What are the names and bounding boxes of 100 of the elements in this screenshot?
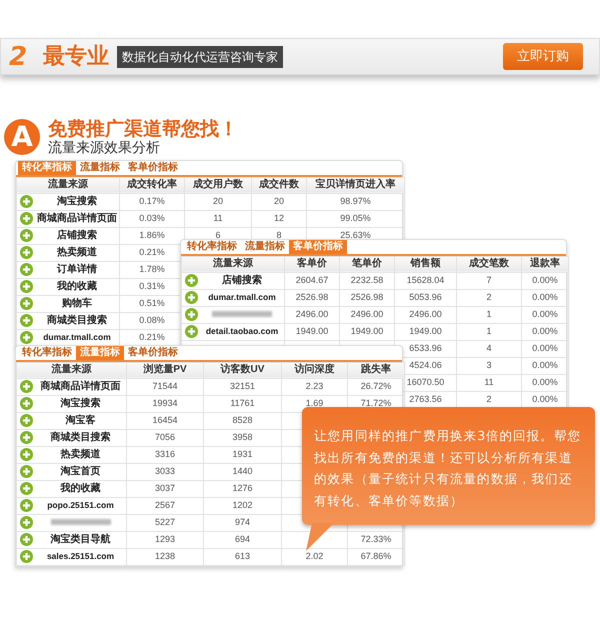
table-cell: 99.05% — [306, 210, 404, 228]
table-cell: 98.97% — [306, 193, 404, 210]
add-icon[interactable] — [185, 325, 198, 338]
section-subtitle: 流量来源效果分析 — [48, 140, 161, 157]
table-cell: 1276 — [204, 480, 282, 498]
add-icon[interactable] — [20, 448, 33, 462]
section-letter-badge: A — [4, 119, 40, 155]
add-icon[interactable] — [185, 274, 198, 288]
section-title: 免费推广渠道帮您找！ — [48, 119, 238, 140]
table-cell: 1293 — [126, 531, 204, 548]
table-cell: 20 — [184, 193, 252, 210]
add-icon[interactable] — [20, 482, 33, 496]
source-name: 热卖频道 — [60, 450, 102, 460]
column-header: 笔单价 — [340, 256, 394, 272]
table-cell: 11 — [184, 210, 252, 228]
add-icon[interactable] — [20, 380, 33, 394]
tab[interactable]: 客单价指标 — [289, 240, 347, 254]
table-cell: 1440 — [204, 463, 282, 480]
add-icon[interactable] — [20, 533, 33, 546]
table-cell: 15628.04 — [394, 272, 456, 290]
table-cell: 2 — [456, 289, 522, 306]
add-icon[interactable] — [20, 314, 33, 328]
table-cell: 16454 — [126, 412, 204, 430]
table-cell: 0.00% — [522, 340, 568, 358]
add-icon[interactable] — [20, 331, 33, 344]
table-cell: 0.00% — [522, 374, 568, 392]
column-header: 流量来源 — [16, 362, 126, 378]
column-header: 访客数UV — [204, 362, 282, 378]
column-header: 流量来源 — [182, 256, 284, 272]
source-name: 热卖频道 — [56, 248, 98, 258]
tab[interactable]: 流量指标 — [76, 160, 124, 175]
table-cell: 2.02 — [282, 548, 348, 566]
table-cell: 2496.00 — [394, 306, 456, 324]
tab[interactable]: 客单价指标 — [124, 160, 182, 175]
table-cell: 2.23 — [282, 378, 348, 396]
add-icon[interactable] — [20, 516, 33, 530]
add-icon[interactable] — [20, 229, 33, 242]
add-icon[interactable] — [185, 291, 198, 304]
column-header: 浏览量PV — [126, 362, 204, 378]
column-header: 访问深度 — [282, 362, 348, 378]
column-header: 客单价 — [284, 256, 340, 272]
table-cell: 613 — [204, 548, 282, 566]
add-icon[interactable] — [20, 414, 33, 428]
column-header: 销售额 — [394, 256, 456, 272]
banner-title: 最专业 — [43, 43, 110, 71]
table-cell: 0.00% — [522, 357, 568, 374]
table-cell: 2604.67 — [284, 272, 340, 290]
add-icon[interactable] — [20, 263, 33, 276]
add-icon[interactable] — [20, 431, 33, 444]
source-name: 我的收藏 — [56, 282, 98, 292]
blurred-text — [50, 519, 110, 526]
table-cell: 5053.96 — [394, 289, 456, 306]
add-icon[interactable] — [20, 280, 33, 294]
table-cell: 1238 — [126, 548, 204, 566]
add-icon[interactable] — [20, 465, 33, 478]
column-header: 流量来源 — [16, 177, 120, 194]
source-name: 淘宝搜索 — [60, 398, 102, 409]
table-cell: 72.33% — [348, 531, 404, 548]
add-icon[interactable] — [20, 246, 33, 260]
source-name: dumar.tmall.com — [207, 293, 277, 302]
table-cell: 0.00% — [522, 272, 568, 290]
add-icon[interactable] — [20, 550, 33, 564]
table-cell: 3033 — [126, 463, 204, 480]
table-cell: 0.03% — [120, 210, 184, 228]
table-cell: 0.00% — [522, 323, 568, 340]
source-name: dumar.tmall.com — [42, 333, 112, 342]
source-name: 淘宝客 — [64, 416, 96, 426]
source-name: 店铺搜索 — [56, 230, 98, 241]
add-icon[interactable] — [20, 297, 33, 310]
tab[interactable]: 转化率指标 — [18, 160, 76, 175]
table-cell: 11761 — [204, 395, 282, 412]
table-cell: 1202 — [204, 497, 282, 514]
tab[interactable]: 转化率指标 — [18, 346, 76, 360]
table-cell: 5227 — [126, 514, 204, 532]
source-name: 商城类目搜索 — [50, 432, 112, 443]
table-cell: 3316 — [126, 446, 204, 464]
tab[interactable]: 流量指标 — [76, 346, 124, 360]
blurred-text — [212, 311, 272, 318]
source-name: 商城商品详情页面 — [40, 382, 122, 392]
source-name: sales.25151.com — [46, 552, 116, 561]
add-icon[interactable] — [20, 499, 33, 512]
add-icon[interactable] — [185, 308, 198, 322]
add-icon[interactable] — [20, 397, 33, 410]
table-cell: 3958 — [204, 429, 282, 446]
banner-number: 2 — [9, 44, 28, 70]
source-name: 我的收藏 — [59, 484, 102, 494]
add-icon[interactable] — [20, 195, 33, 208]
table-cell: 2526.98 — [284, 289, 340, 306]
table-cell: 2567 — [126, 497, 204, 514]
table-cell: 1949.00 — [284, 323, 340, 340]
table-cell: 2526.98 — [340, 289, 394, 306]
add-icon[interactable] — [20, 212, 33, 226]
subscribe-button[interactable]: 立即订购 — [503, 42, 583, 70]
tab[interactable]: 客单价指标 — [124, 346, 182, 360]
banner-tagline: 数据化自动化代运营咨询专家 — [117, 46, 284, 68]
table-cell: 1 — [456, 306, 522, 324]
table-cell: 1931 — [204, 446, 282, 464]
source-name: 商城类目搜索 — [46, 316, 108, 326]
column-header: 退款率 — [522, 256, 568, 272]
source-name: 淘宝首页 — [60, 466, 102, 477]
